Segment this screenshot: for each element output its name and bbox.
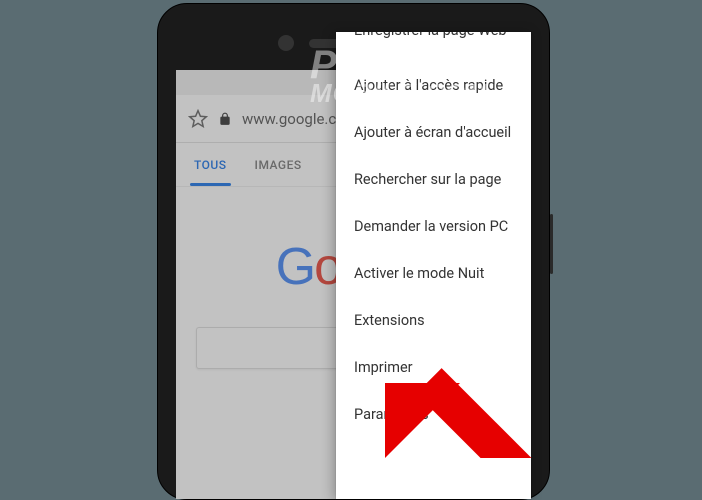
menu-item-print[interactable]: Imprimer xyxy=(336,344,531,391)
overflow-menu: Enregistrer la page Web Ajouter à l'accè… xyxy=(336,32,531,499)
menu-item-settings[interactable]: Paramètres xyxy=(336,391,531,438)
menu-item-desktop-site[interactable]: Demander la version PC xyxy=(336,203,531,250)
menu-item-extensions[interactable]: Extensions xyxy=(336,297,531,344)
menu-item-save-page[interactable]: Enregistrer la page Web xyxy=(336,32,531,62)
tab-all[interactable]: TOUS xyxy=(180,143,241,186)
lock-icon xyxy=(218,112,232,126)
tab-images[interactable]: IMAGES xyxy=(241,143,316,186)
menu-item-add-quick-access[interactable]: Ajouter à l'accès rapide xyxy=(336,62,531,109)
menu-item-add-homescreen[interactable]: Ajouter à écran d'accueil xyxy=(336,109,531,156)
bookmark-star-icon[interactable] xyxy=(188,109,208,129)
phone-frame: 8:00 www.google.com TOUS IMAGES Google E… xyxy=(157,3,550,500)
phone-camera xyxy=(278,35,294,51)
menu-item-find-in-page[interactable]: Rechercher sur la page xyxy=(336,156,531,203)
menu-item-night-mode[interactable]: Activer le mode Nuit xyxy=(336,250,531,297)
phone-side-button xyxy=(550,214,553,274)
